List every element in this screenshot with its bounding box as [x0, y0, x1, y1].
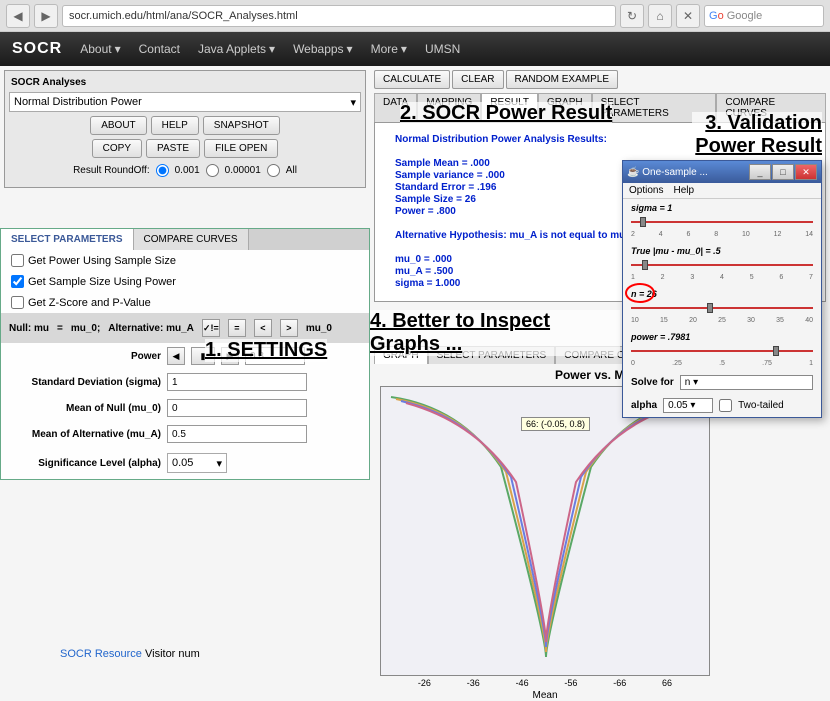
check-zscore[interactable]: [11, 296, 24, 309]
about-button[interactable]: ABOUT: [90, 116, 146, 135]
nav-webapps[interactable]: Webapps▾: [293, 42, 353, 56]
analysis-dropdown[interactable]: Normal Distribution Power▾: [9, 92, 361, 112]
nav-more[interactable]: More▾: [371, 42, 407, 56]
op-gt[interactable]: >: [280, 319, 298, 337]
logo: SOCR: [12, 40, 62, 58]
slider-diff[interactable]: True |mu - mu_0| = .5 1234567: [623, 242, 821, 285]
annotation-4: 4. Better to Inspect Graphs ...: [370, 310, 620, 356]
chart-canvas[interactable]: 66: (-0.05, 0.8): [380, 386, 710, 676]
check-power-size[interactable]: [11, 254, 24, 267]
mu0-input[interactable]: [167, 399, 307, 417]
menu-help[interactable]: Help: [673, 185, 694, 196]
nav-about[interactable]: About▾: [80, 42, 120, 56]
fileopen-button[interactable]: FILE OPEN: [204, 139, 278, 158]
help-button[interactable]: HELP: [151, 116, 199, 135]
op-ne[interactable]: ✓!=: [202, 319, 220, 337]
paste-button[interactable]: PASTE: [146, 139, 200, 158]
twotailed-check[interactable]: [719, 399, 732, 412]
snapshot-button[interactable]: SNAPSHOT: [203, 116, 280, 135]
chart-tooltip: 66: (-0.05, 0.8): [521, 417, 590, 431]
close-icon[interactable]: ✕: [676, 4, 700, 28]
tab-compare-curves[interactable]: COMPARE CURVES: [134, 229, 249, 250]
close-button[interactable]: ✕: [795, 164, 817, 180]
check-size-power[interactable]: [11, 275, 24, 288]
annotation-2: 2. SOCR Power Result: [400, 102, 612, 125]
socr-analyses-panel: SOCR Analyses Normal Distribution Power▾…: [4, 70, 366, 188]
site-nav: SOCR About▾ Contact Java Applets▾ Webapp…: [0, 32, 830, 66]
op-eq[interactable]: =: [228, 319, 246, 337]
slider-sigma[interactable]: sigma = 1 2468101214: [623, 199, 821, 242]
reload-button[interactable]: ↻: [620, 4, 644, 28]
window-titlebar[interactable]: ☕ One-sample ... _ □ ✕: [623, 161, 821, 183]
copy-button[interactable]: COPY: [92, 139, 142, 158]
alpha-select[interactable]: 0.05▾: [167, 453, 227, 473]
random-button[interactable]: RANDOM EXAMPLE: [506, 70, 618, 89]
search-box[interactable]: Go Google: [704, 5, 824, 27]
maximize-button[interactable]: □: [772, 164, 794, 180]
nav-umsn[interactable]: UMSN: [425, 42, 460, 56]
footer: SOCR Resource Visitor num: [60, 648, 200, 660]
panel-title: SOCR Analyses: [9, 75, 361, 90]
annotation-1: 1. SETTINGS: [205, 339, 327, 362]
forward-button[interactable]: ▶: [34, 4, 58, 28]
x-axis-label: Mean: [380, 690, 710, 701]
window-menu: Options Help: [623, 183, 821, 199]
x-axis-ticks: -26-36-46 -56-6666: [380, 676, 710, 690]
home-button[interactable]: ⌂: [648, 4, 672, 28]
annotation-3: 3. Validation Power Result: [692, 112, 822, 158]
slider-power[interactable]: power = .7981 0.25.5.751: [623, 328, 821, 371]
alpha-select-win[interactable]: 0.05 ▾: [663, 398, 713, 413]
power-left[interactable]: ◀: [167, 347, 185, 365]
calculate-button[interactable]: CALCULATE: [374, 70, 450, 89]
alpha-row: alpha 0.05 ▾ Two-tailed: [623, 394, 821, 417]
roundoff-00001[interactable]: [206, 164, 219, 177]
nav-applets[interactable]: Java Applets▾: [198, 42, 275, 56]
minimize-button[interactable]: _: [749, 164, 771, 180]
footer-link[interactable]: SOCR Resource: [60, 648, 142, 660]
solve-for-row: Solve for n ▾: [623, 371, 821, 394]
back-button[interactable]: ◀: [6, 4, 30, 28]
tab-select-params[interactable]: SELECT PARAMETERS: [1, 229, 134, 250]
url-bar[interactable]: socr.umich.edu/html/ana/SOCR_Analyses.ht…: [62, 5, 616, 27]
roundoff-all[interactable]: [267, 164, 280, 177]
validation-window[interactable]: ☕ One-sample ... _ □ ✕ Options Help sigm…: [622, 160, 822, 418]
browser-chrome: ◀ ▶ socr.umich.edu/html/ana/SOCR_Analyse…: [0, 0, 830, 32]
op-lt[interactable]: <: [254, 319, 272, 337]
muA-input[interactable]: [167, 425, 307, 443]
menu-options[interactable]: Options: [629, 185, 663, 196]
solve-for-select[interactable]: n ▾: [680, 375, 813, 390]
nav-contact[interactable]: Contact: [139, 42, 180, 56]
sigma-input[interactable]: [167, 373, 307, 391]
highlight-circle: [625, 283, 655, 303]
clear-button[interactable]: CLEAR: [452, 70, 503, 89]
roundoff-row: Result RoundOff: 0.001 0.00001 All: [9, 164, 361, 177]
roundoff-001[interactable]: [156, 164, 169, 177]
